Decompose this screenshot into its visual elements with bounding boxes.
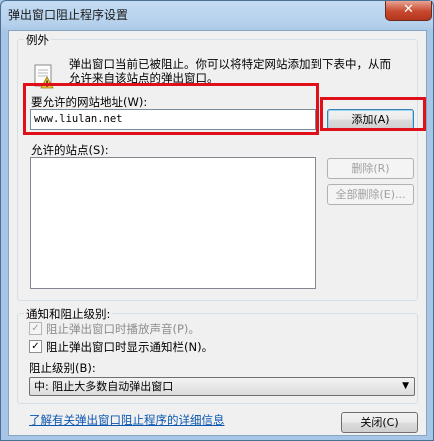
remove-all-button[interactable]: 全部删除(E)... <box>327 184 414 205</box>
remove-button[interactable]: 删除(R) <box>327 158 414 179</box>
address-highlight-box <box>23 83 319 135</box>
window-close-button[interactable]: ✕ <box>385 1 432 21</box>
chevron-down-icon: ▼ <box>402 381 409 391</box>
notification-legend: 通知和阻止级别: <box>24 306 113 322</box>
learn-more-link[interactable]: 了解有关弹出窗口阻止程序的详细信息 <box>29 412 225 428</box>
blocking-level-label: 阻止级别(B): <box>29 361 96 375</box>
play-sound-label: 阻止弹出窗口时播放声音(P)。 <box>46 322 200 336</box>
title-bar[interactable]: 弹出窗口阻止程序设置 ✕ <box>1 1 433 29</box>
check-icon: ✓ <box>31 341 40 352</box>
close-button-label: 关闭(C) <box>360 416 399 429</box>
remove-all-button-label: 全部删除(E)... <box>335 188 406 201</box>
show-notification-bar-label: 阻止弹出窗口时显示通知栏(N)。 <box>46 340 214 354</box>
close-button[interactable]: 关闭(C) <box>341 412 418 433</box>
play-sound-checkbox[interactable]: ✓ <box>29 322 42 335</box>
popup-blocker-settings-window: 弹出窗口阻止程序设置 ✕ 例外 弹出窗口当前已被阻止。你可以将特定网站添加到下表… <box>0 0 434 441</box>
blocking-level-value: 中: 阻止大多数自动弹出窗口 <box>34 380 174 393</box>
exceptions-legend: 例外 <box>24 32 51 48</box>
window-title: 弹出窗口阻止程序设置 <box>8 8 129 22</box>
show-notification-bar-checkbox[interactable]: ✓ <box>29 340 42 353</box>
add-button-highlight-box <box>320 97 426 131</box>
close-icon: ✕ <box>403 2 414 17</box>
check-icon: ✓ <box>31 323 40 334</box>
remove-button-label: 删除(R) <box>351 162 390 175</box>
allowed-sites-list[interactable] <box>30 157 316 289</box>
allowed-sites-label: 允许的站点(S): <box>31 143 109 157</box>
blocking-level-select[interactable]: 中: 阻止大多数自动弹出窗口 ▼ <box>29 377 415 396</box>
